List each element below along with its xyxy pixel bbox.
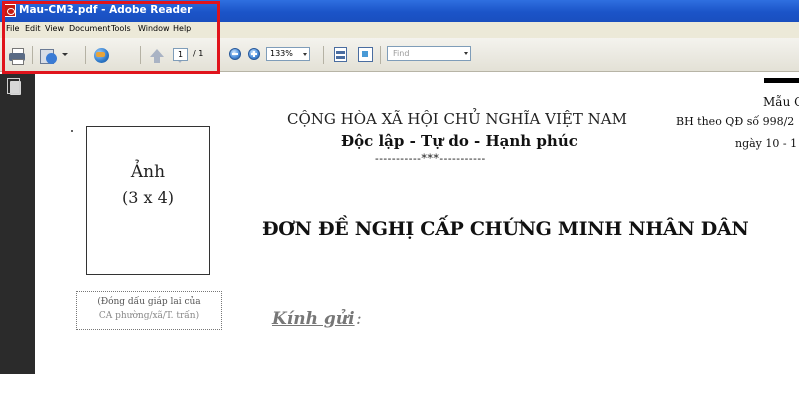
title-bar: Mau-CM3.pdf - Adobe Reader [0, 0, 799, 22]
page-number-input[interactable] [173, 48, 188, 61]
collaborate-icon[interactable] [40, 47, 58, 64]
photo-size-label: (3 x 4) [121, 188, 175, 207]
adobe-reader-icon [4, 4, 16, 17]
separator-line: -----------***----------- [375, 152, 486, 165]
chevron-down-icon[interactable] [62, 53, 68, 56]
find-placeholder: Find [393, 49, 410, 58]
zoom-out-icon[interactable] [229, 48, 241, 60]
stamp-line-2: CA phường/xã/T. trấn) [98, 311, 200, 321]
print-icon[interactable] [8, 47, 26, 65]
form-title: ĐƠN ĐỀ NGHỊ CẤP CHỨNG MINH NHÂN DÂN [262, 218, 749, 240]
menu-edit[interactable]: Edit [25, 24, 41, 33]
menu-window[interactable]: Window [138, 24, 170, 33]
globe-icon[interactable] [93, 47, 111, 64]
page-edge [764, 78, 799, 83]
window-title: Mau-CM3.pdf - Adobe Reader [19, 4, 193, 16]
stamp-line-1: (Đóng dấu giáp lai của [97, 297, 201, 307]
header-right-line-1: Mẫu C [763, 95, 799, 109]
chevron-down-icon [303, 53, 307, 56]
menu-tools[interactable]: Tools [111, 24, 131, 33]
addressee-colon: : [356, 309, 362, 329]
previous-page-icon[interactable] [147, 47, 165, 64]
pages-icon[interactable] [7, 78, 21, 95]
menu-document[interactable]: Document [69, 24, 110, 33]
header-right-line-3: ngày 10 - 1 [735, 137, 798, 150]
fit-width-icon[interactable] [357, 46, 375, 63]
addressee-label: Kính gửi [272, 309, 355, 329]
menu-view[interactable]: View [45, 24, 64, 33]
find-input[interactable]: Find [387, 46, 471, 61]
navigation-panel [0, 74, 35, 374]
motto: Độc lập - Tự do - Hạnh phúc [341, 132, 578, 150]
photo-label: Ảnh [130, 162, 166, 182]
fit-page-icon[interactable] [332, 46, 350, 63]
menu-help[interactable]: Help [173, 24, 191, 33]
page-total: / 1 [193, 49, 204, 58]
chevron-down-icon [464, 52, 468, 55]
photo-dot [71, 130, 73, 132]
national-title: CỘNG HÒA XÃ HỘI CHỦ NGHĨA VIỆT NAM [287, 110, 627, 128]
menu-bar: File Edit View Document Tools Window Hel… [0, 22, 799, 38]
zoom-value: 133% [270, 49, 293, 58]
menu-file[interactable]: File [6, 24, 19, 33]
zoom-select[interactable]: 133% [266, 47, 310, 61]
bottom-area [0, 374, 799, 402]
zoom-in-icon[interactable] [248, 48, 260, 60]
header-right-line-2: BH theo QĐ số 998/2 [676, 115, 795, 128]
